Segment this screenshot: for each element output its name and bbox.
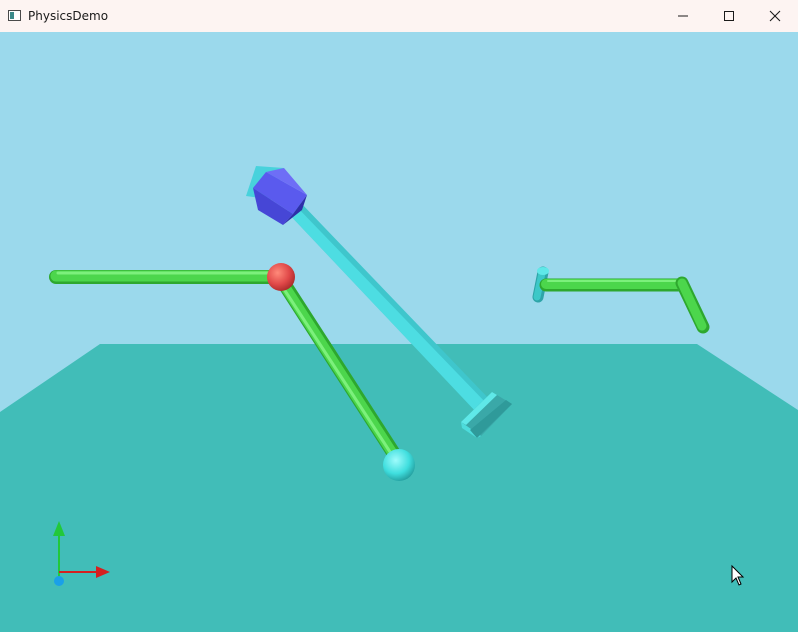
app-icon	[8, 10, 21, 21]
green-horizontal-rod	[49, 270, 287, 284]
close-icon	[769, 10, 781, 22]
app-window: PhysicsDemo	[0, 0, 798, 632]
red-sphere-joint	[267, 263, 295, 291]
close-button[interactable]	[752, 0, 798, 32]
ground-plane	[0, 344, 798, 632]
title-bar[interactable]: PhysicsDemo	[0, 0, 798, 32]
minimize-icon	[678, 15, 688, 17]
maximize-icon	[724, 11, 734, 21]
3d-viewport[interactable]	[0, 32, 798, 632]
cyan-sphere	[383, 449, 415, 481]
window-title: PhysicsDemo	[28, 9, 109, 23]
minimize-button[interactable]	[660, 0, 706, 32]
maximize-button[interactable]	[706, 0, 752, 32]
